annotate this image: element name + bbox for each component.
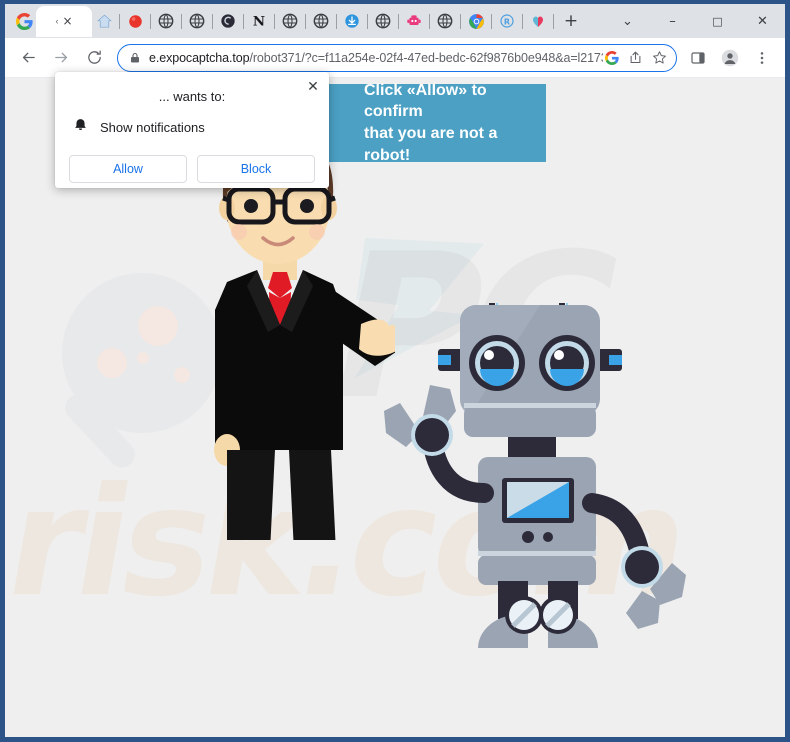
tab-separator bbox=[301, 4, 310, 38]
tab-separator bbox=[518, 4, 527, 38]
tab-favicon-n-letter[interactable]: N bbox=[248, 10, 270, 32]
tab-favicon-globe-1[interactable] bbox=[155, 10, 177, 32]
tab-favicon-home-blue[interactable] bbox=[93, 10, 115, 32]
tab-separator bbox=[456, 4, 465, 38]
lock-icon bbox=[129, 52, 141, 64]
permission-buttons: Allow Block bbox=[55, 138, 329, 183]
tab-separator bbox=[425, 4, 434, 38]
browser-window: ‹ × N R + ⌄ – □ ✕ e.expocaptcha.top/robo… bbox=[0, 0, 790, 742]
tab-separator bbox=[270, 4, 279, 38]
reload-button[interactable] bbox=[79, 43, 109, 73]
star-icon[interactable] bbox=[651, 49, 668, 66]
tab-favicon-chrome[interactable] bbox=[465, 10, 487, 32]
tab-separator bbox=[115, 4, 124, 38]
close-tab-icon[interactable]: × bbox=[62, 15, 72, 27]
captcha-banner: Click «Allow» to confirm that you are no… bbox=[328, 82, 546, 164]
svg-text:N: N bbox=[253, 14, 265, 29]
three-dot-menu-icon[interactable] bbox=[747, 43, 777, 73]
minimize-button[interactable]: – bbox=[650, 4, 695, 38]
browser-window-inner: ‹ × N R + ⌄ – □ ✕ e.expocaptcha.top/robo… bbox=[5, 4, 785, 737]
side-panel-icon[interactable] bbox=[683, 43, 713, 73]
tab-separator bbox=[208, 4, 217, 38]
block-button[interactable]: Block bbox=[197, 155, 315, 183]
notification-permission-dialog: ✕ ... wants to: Show notifications Allow… bbox=[55, 72, 329, 188]
tab-favicon-globe-6[interactable] bbox=[434, 10, 456, 32]
tab-favicon-globe-5[interactable] bbox=[372, 10, 394, 32]
tab-favicon-globe-3[interactable] bbox=[279, 10, 301, 32]
svg-text:R: R bbox=[504, 17, 510, 26]
tab-favicon-globe-4[interactable] bbox=[310, 10, 332, 32]
allow-button[interactable]: Allow bbox=[69, 155, 187, 183]
url-text[interactable]: e.expocaptcha.top/robot371/?c=f11a254e-0… bbox=[149, 51, 603, 65]
tab-favicon-red-dot[interactable] bbox=[124, 10, 146, 32]
tab-separator bbox=[332, 4, 341, 38]
tab-favicon-heart[interactable] bbox=[527, 10, 549, 32]
captcha-banner-text: Click «Allow» to confirm that you are no… bbox=[364, 81, 498, 164]
pinned-tabs-container: ‹ × N R + bbox=[5, 4, 584, 38]
close-icon[interactable]: ✕ bbox=[305, 79, 321, 95]
tab-favicon-google[interactable] bbox=[13, 10, 35, 32]
tab-favicon-download[interactable] bbox=[341, 10, 363, 32]
permission-dialog-title: ... wants to: bbox=[158, 89, 226, 104]
share-icon[interactable] bbox=[627, 49, 644, 66]
active-tab[interactable]: ‹ × bbox=[36, 5, 92, 37]
toolbar-end-icons bbox=[683, 43, 777, 73]
tab-favicon-spiral[interactable] bbox=[217, 10, 239, 32]
permission-row: Show notifications bbox=[55, 104, 329, 138]
tab-favicon-globe-2[interactable] bbox=[186, 10, 208, 32]
url-path: /robot371/?c=f11a254e-02f4-47ed-bedc-62f… bbox=[249, 50, 603, 65]
omnibox-icons bbox=[603, 49, 670, 66]
new-tab-button[interactable]: + bbox=[558, 7, 584, 35]
bell-icon bbox=[73, 117, 88, 138]
close-window-button[interactable]: ✕ bbox=[740, 4, 785, 38]
tab-separator bbox=[363, 4, 372, 38]
active-tab-favicon: ‹ bbox=[55, 16, 59, 26]
robot-character bbox=[384, 303, 686, 648]
tab-strip: ‹ × N R + ⌄ – □ ✕ bbox=[5, 4, 785, 38]
tab-separator bbox=[146, 4, 155, 38]
tab-separator bbox=[177, 4, 186, 38]
tab-separator bbox=[549, 4, 558, 38]
permission-label: Show notifications bbox=[100, 120, 205, 135]
tab-separator bbox=[487, 4, 496, 38]
back-button[interactable] bbox=[13, 43, 43, 73]
maximize-button[interactable]: □ bbox=[695, 4, 740, 38]
forward-button[interactable] bbox=[46, 43, 76, 73]
profile-avatar-icon[interactable] bbox=[715, 43, 745, 73]
url-host: e.expocaptcha.top bbox=[149, 50, 250, 65]
tab-search-chevron-icon[interactable]: ⌄ bbox=[605, 4, 650, 38]
window-controls: ⌄ – □ ✕ bbox=[605, 4, 785, 38]
tab-favicon-r-circle[interactable]: R bbox=[496, 10, 518, 32]
tab-separator bbox=[394, 4, 403, 38]
tab-separator bbox=[239, 4, 248, 38]
google-g-icon[interactable] bbox=[603, 49, 620, 66]
tab-favicon-pink-robot[interactable] bbox=[403, 10, 425, 32]
address-bar[interactable]: e.expocaptcha.top/robot371/?c=f11a254e-0… bbox=[117, 43, 677, 72]
